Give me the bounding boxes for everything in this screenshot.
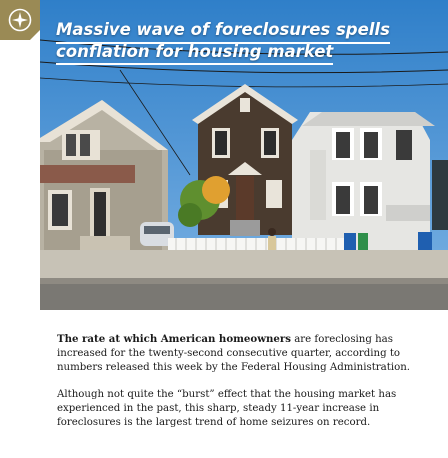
- article-paragraph-2: Although not quite the “burst” effect th…: [57, 388, 397, 429]
- article-paragraph-1: The rate at which American homeowners ar…: [57, 332, 437, 376]
- headline: Massive wave of foreclosures spells conf…: [56, 21, 390, 65]
- hero-image: Massive wave of foreclosures spells conf…: [40, 0, 448, 310]
- compass-star-icon: [8, 8, 32, 32]
- corner-badge[interactable]: [0, 0, 40, 40]
- headline-line-2: conflation for housing market: [56, 43, 334, 65]
- headline-line-1: Massive wave of foreclosures spells: [56, 21, 390, 44]
- paragraph-lead: The rate at which American homeowners: [57, 333, 291, 345]
- article-body: The rate at which American homeowners ar…: [57, 332, 437, 442]
